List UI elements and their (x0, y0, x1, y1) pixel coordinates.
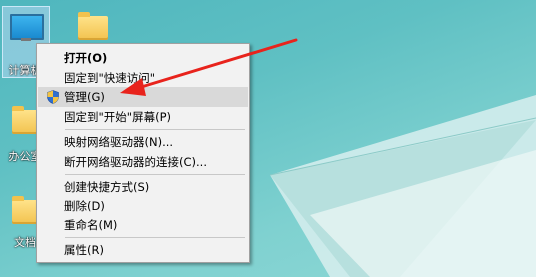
computer-icon (10, 14, 44, 40)
menu-item-create-shortcut[interactable]: 创建快捷方式(S) (38, 177, 248, 197)
uac-shield-icon (47, 90, 59, 104)
folder-icon (78, 12, 108, 40)
desktop: 计算机 办公室 文档 打开(O) 固定到"快速访问" 管理(G) 固定到"开始"… (0, 0, 536, 277)
desktop-icon-folder[interactable] (74, 6, 114, 46)
menu-item-delete[interactable]: 删除(D) (38, 196, 248, 216)
menu-item-disconnect-drive[interactable]: 断开网络驱动器的连接(C)... (38, 152, 248, 172)
menu-separator (65, 174, 245, 175)
menu-item-manage[interactable]: 管理(G) (38, 87, 248, 107)
menu-item-pin-quick-access[interactable]: 固定到"快速访问" (38, 68, 248, 88)
menu-item-properties[interactable]: 属性(R) (38, 240, 248, 260)
menu-item-rename[interactable]: 重命名(M) (38, 215, 248, 235)
computer-stand (21, 38, 31, 41)
menu-item-label: 管理(G) (64, 90, 105, 104)
menu-item-pin-start[interactable]: 固定到"开始"屏幕(P) (38, 107, 248, 127)
menu-item-open[interactable]: 打开(O) (38, 48, 248, 68)
context-menu: 打开(O) 固定到"快速访问" 管理(G) 固定到"开始"屏幕(P) 映射网络驱… (36, 43, 250, 263)
menu-separator (65, 237, 245, 238)
menu-separator (65, 129, 245, 130)
menu-item-map-drive[interactable]: 映射网络驱动器(N)... (38, 132, 248, 152)
